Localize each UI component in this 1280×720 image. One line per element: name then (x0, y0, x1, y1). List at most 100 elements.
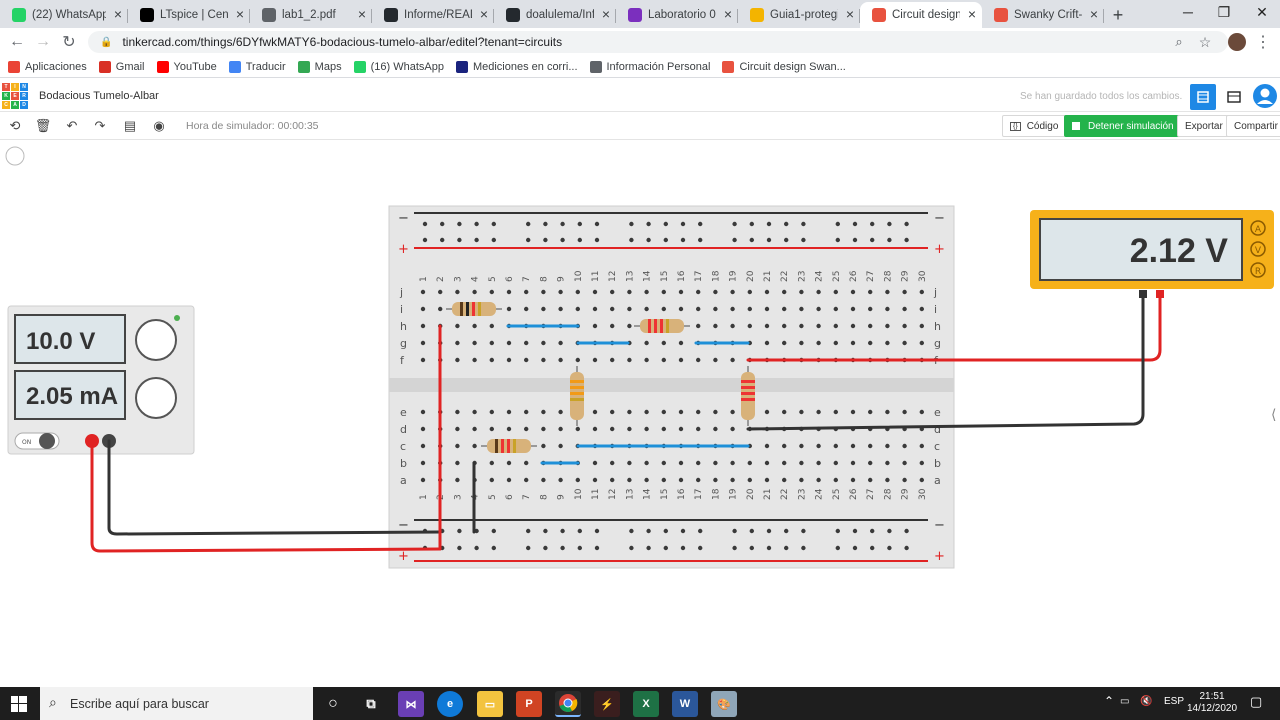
rail-hole (646, 528, 651, 534)
new-tab-button[interactable]: + (1104, 2, 1132, 28)
eye-icon[interactable]: ◉ (150, 117, 168, 135)
breadboard-hole (472, 409, 477, 415)
undo-icon[interactable]: ↶ (63, 117, 81, 135)
delete-icon[interactable]: 🗑 (34, 117, 52, 135)
close-window-button[interactable]: ✕ (1244, 0, 1280, 24)
cortana-icon[interactable]: ○ (320, 691, 346, 717)
browser-tab[interactable]: Swanky Crift-Ful × (982, 2, 1104, 28)
breadboard-hole (558, 426, 563, 432)
redo-icon[interactable]: ↷ (91, 117, 109, 135)
browser-tab[interactable]: Laboratorio 0 × (616, 2, 738, 28)
taskbar-clock[interactable]: 21:51 14/12/2020 (1186, 691, 1238, 715)
close-tab-icon[interactable]: × (846, 6, 854, 22)
export-button[interactable]: Exportar (1177, 115, 1231, 137)
windows-start-icon[interactable] (11, 696, 27, 712)
volume-icon[interactable]: 🔇 (1140, 696, 1152, 707)
share-button[interactable]: Compartir (1226, 115, 1280, 137)
bookmark-item[interactable]: Maps (297, 60, 342, 73)
url-field[interactable]: 🔒 tinkercad.com/things/6DYfwkMATY6-bodac… (88, 31, 1228, 53)
rail-hole (904, 545, 909, 551)
taskbar-search[interactable]: ⌕ Escribe aquí para buscar (40, 687, 313, 720)
rail-hole (698, 545, 703, 551)
rail-hole (698, 221, 703, 227)
task-view-icon[interactable]: ⧉ (358, 691, 384, 717)
bookmark-item[interactable]: Gmail (98, 60, 145, 73)
tinkercad-logo[interactable]: TIN KER CAD (2, 83, 28, 109)
circuit-canvas[interactable]: ⟨ − − + + − − + +1 1 2 2 3 3 4 4 5 5 6 6 7 7 8 8 9 9 10 10 11 11 12 12… (0, 141, 1280, 687)
file-explorer-icon[interactable]: ▭ (477, 691, 503, 717)
rotate-icon[interactable]: ⟲ (6, 117, 24, 135)
apps-grid-icon (8, 60, 20, 73)
chrome-icon[interactable] (555, 691, 581, 717)
close-tab-icon[interactable]: × (968, 6, 976, 22)
zoom-icon[interactable]: ⌕ (1166, 29, 1192, 55)
close-tab-icon[interactable]: × (1090, 6, 1098, 22)
circuit-view-button[interactable] (1190, 84, 1216, 110)
browser-tab[interactable]: doalulema/Infor × (494, 2, 616, 28)
bookmark-item[interactable]: (16) WhatsApp (353, 60, 444, 73)
breadboard-hole (541, 443, 546, 449)
row-letter-left: g (400, 337, 407, 350)
close-tab-icon[interactable]: × (480, 6, 488, 22)
vscode-icon[interactable]: ⋈ (398, 691, 424, 717)
excel-icon[interactable]: X (633, 691, 659, 717)
rail-hole (560, 545, 565, 551)
side-panel-toggle-icon[interactable]: ⟨ (1271, 407, 1276, 423)
schematic-view-button[interactable] (1221, 84, 1247, 110)
close-tab-icon[interactable]: × (602, 6, 610, 22)
bookmark-item[interactable]: Traducir (228, 60, 286, 73)
bookmark-star-icon[interactable]: ☆ (1192, 29, 1218, 55)
breadboard-hole (558, 409, 563, 415)
word-icon[interactable]: W (672, 691, 698, 717)
bookmark-item[interactable]: YouTube (156, 60, 217, 73)
column-number-top: 3 (453, 276, 463, 282)
breadboard-hole (524, 460, 529, 466)
close-tab-icon[interactable]: × (114, 6, 122, 22)
bookmarks-bar: Aplicaciones Gmail YouTube Traducir Maps (16)… (0, 56, 1280, 78)
stop-simulation-button[interactable]: Detener simulación (1064, 115, 1182, 137)
bookmark-item[interactable]: Aplicaciones (8, 60, 87, 73)
breadboard-hole (868, 443, 873, 449)
bookmark-item[interactable]: Mediciones en corri... (455, 60, 578, 73)
browser-tab[interactable]: (22) WhatsApp × (0, 2, 128, 28)
minimize-button[interactable]: ─ (1170, 0, 1206, 24)
forward-button[interactable]: → (30, 29, 56, 55)
maximize-button[interactable]: ❐ (1206, 0, 1242, 24)
rail-hole (663, 545, 668, 551)
breadboard-hole (816, 477, 821, 483)
rail-hole (749, 237, 754, 243)
bookmark-item[interactable]: Información Personal (589, 60, 710, 73)
breadboard-hole (644, 460, 649, 466)
browser-tab[interactable]: LTspice | Centro × (128, 2, 250, 28)
browser-tab[interactable]: Circuit design Bo × (860, 2, 982, 28)
close-tab-icon[interactable]: × (724, 6, 732, 22)
project-name[interactable]: Bodacious Tumelo-Albar (39, 90, 159, 102)
bookmark-item[interactable]: Circuit design Swan... (722, 60, 846, 73)
notification-icon[interactable]: ▢ (1250, 694, 1262, 710)
network-icon[interactable]: ▭ (1120, 696, 1129, 707)
fit-view-icon[interactable] (5, 146, 25, 166)
browser-tab[interactable]: lab1_2.pdf × (250, 2, 372, 28)
browser-tab[interactable]: Guia1-protegido × (738, 2, 860, 28)
notes-icon[interactable]: ▤ (121, 117, 139, 135)
tray-chevron-icon[interactable]: ⌃ (1104, 694, 1114, 708)
resistor-band (741, 386, 755, 389)
browser-menu-icon[interactable]: ⋮ (1250, 29, 1276, 55)
reload-button[interactable]: ↻ (56, 29, 82, 55)
powerpoint-icon[interactable]: P (516, 691, 542, 717)
close-tab-icon[interactable]: × (358, 6, 366, 22)
browser-tab[interactable]: Informe/READM × (372, 2, 494, 28)
back-button[interactable]: ← (4, 29, 30, 55)
code-button[interactable]: {} Código (1002, 115, 1067, 137)
column-number-bottom: 27 (866, 489, 876, 500)
user-avatar-icon[interactable] (1251, 82, 1279, 110)
breadboard-hole (541, 477, 546, 483)
language-indicator[interactable]: ESP (1164, 696, 1184, 707)
edge-icon[interactable]: e (437, 691, 463, 717)
paint-icon[interactable]: 🎨 (711, 691, 737, 717)
profile-avatar[interactable] (1228, 33, 1246, 51)
breadboard-hole (455, 409, 460, 415)
breadboard-hole (610, 323, 615, 329)
ltspice-icon[interactable]: ⚡ (594, 691, 620, 717)
close-tab-icon[interactable]: × (236, 6, 244, 22)
